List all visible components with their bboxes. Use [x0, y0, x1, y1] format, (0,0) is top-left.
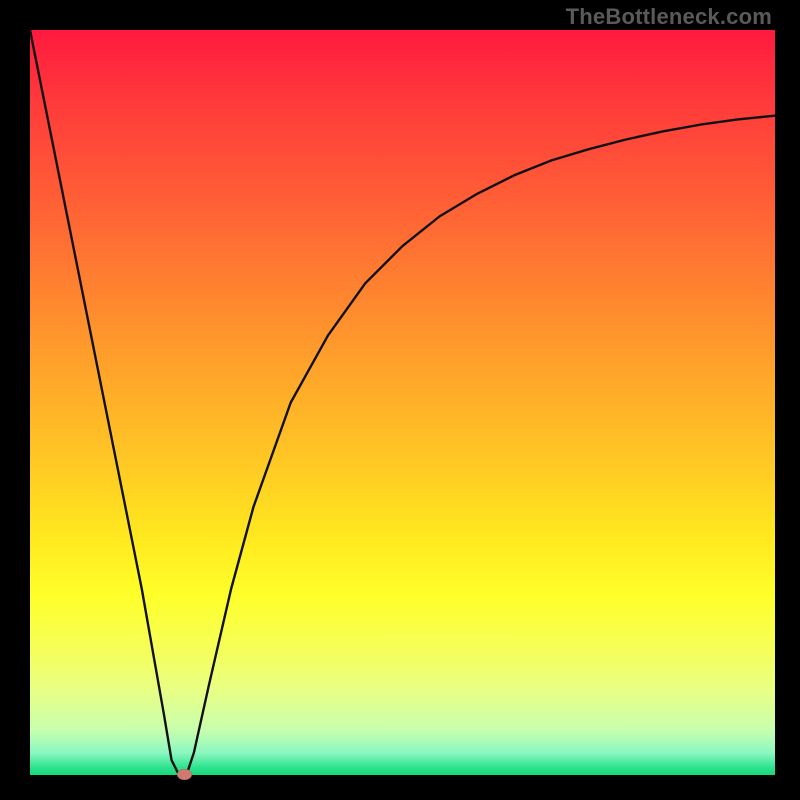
curve-svg	[30, 30, 775, 775]
minimum-marker	[177, 769, 192, 780]
plot-area	[30, 30, 775, 775]
bottleneck-curve-path	[30, 30, 775, 775]
watermark-text: TheBottleneck.com	[566, 4, 772, 30]
chart-frame: TheBottleneck.com	[0, 0, 800, 800]
